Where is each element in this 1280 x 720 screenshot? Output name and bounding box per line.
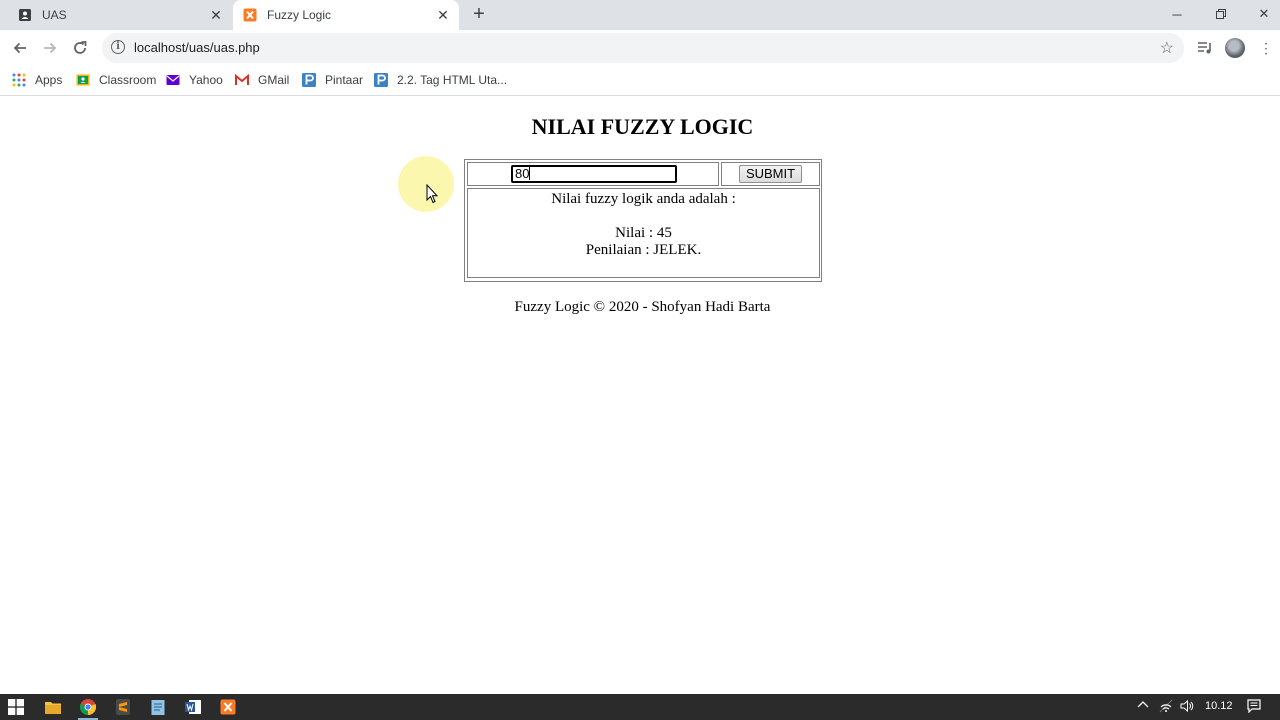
bookmark-label: Apps [35,73,63,87]
close-tab-icon[interactable]: ✕ [435,7,451,23]
pintaar-icon [302,73,316,87]
bookmark-gmail[interactable]: GMail [235,71,289,89]
notepad-icon[interactable] [149,698,167,716]
classroom-icon [76,73,90,87]
url-text[interactable]: localhost/uas/uas.php [134,40,260,55]
bookmark-label: Pintaar [325,73,364,87]
back-arrow-icon[interactable] [10,38,30,58]
volume-icon[interactable] [1180,699,1194,716]
score-input-value: 80 [515,166,530,181]
page-content: NILAI FUZZY LOGIC 80 SUBMIT Nilai fuzzy … [0,96,1280,694]
chrome-icon[interactable] [79,698,97,716]
word-icon[interactable] [184,698,202,716]
reload-icon[interactable] [70,38,90,58]
restore-icon[interactable] [1199,0,1243,28]
bookmarks-bar: Apps Classroom Yahoo GMail Pintaar 2.2. … [0,66,1280,96]
close-window-icon[interactable]: ✕ [1242,0,1280,28]
result-cell: Nilai fuzzy logik anda adalah : Nilai : … [467,188,820,278]
xampp-icon[interactable] [219,698,237,716]
bookmark-label: GMail [258,73,290,87]
clock[interactable]: 10.12 [1205,700,1233,712]
minimize-icon[interactable]: ─ [1155,0,1199,28]
site-info-icon[interactable]: i [111,40,125,54]
address-bar[interactable]: i localhost/uas/uas.php ☆ [102,33,1184,63]
result-nilai: Nilai : 45 [615,225,672,241]
xampp-icon [243,8,257,22]
input-cell: 80 [467,162,719,186]
bookmark-classroom[interactable]: Classroom [76,71,156,89]
avatar[interactable] [1225,38,1245,58]
tab-fuzzy-logic[interactable]: Fuzzy Logic ✕ [233,0,459,30]
bookmark-label: Yahoo [189,73,223,87]
windows-taskbar: 10.12 [0,694,1280,720]
mouse-pointer-icon [426,184,438,204]
bookmark-tag-html[interactable]: 2.2. Tag HTML Uta... [374,71,507,89]
media-control-icon[interactable] [1195,38,1215,58]
gmail-icon [235,73,249,87]
network-icon[interactable] [1159,699,1173,716]
bookmark-yahoo[interactable]: Yahoo [166,71,223,89]
page-footer: Fuzzy Logic © 2020 - Shofyan Hadi Barta [514,299,771,315]
result-intro: Nilai fuzzy logik anda adalah : [551,191,736,207]
bookmark-star-icon[interactable]: ☆ [1160,38,1174,58]
pintaar-icon [374,73,388,87]
close-tab-icon[interactable]: ✕ [208,7,224,23]
browser-toolbar: i localhost/uas/uas.php ☆ ⋮ [0,30,1280,66]
bookmark-label: Classroom [99,73,157,87]
score-input[interactable]: 80 [511,165,677,183]
text-caret [529,167,531,180]
tab-title: Fuzzy Logic [267,8,332,22]
sublime-text-icon[interactable] [114,698,132,716]
forward-arrow-icon[interactable] [40,38,60,58]
apps-grid-icon [12,73,26,87]
tab-uas[interactable]: UAS ✕ [8,0,232,30]
contact-card-icon [18,8,32,22]
windows-start-icon[interactable] [7,698,25,716]
file-explorer-icon[interactable] [44,698,62,716]
bookmark-apps[interactable]: Apps [12,71,62,89]
notification-icon[interactable] [1247,699,1261,716]
tab-title: UAS [42,8,67,22]
new-tab-button[interactable]: + [469,4,489,25]
tray-expand-icon[interactable] [1137,699,1149,714]
more-menu-icon[interactable]: ⋮ [1256,38,1276,58]
button-cell: SUBMIT [721,162,820,186]
tab-strip: UAS ✕ Fuzzy Logic ✕ + ─ ✕ [0,0,1280,30]
bookmark-label: 2.2. Tag HTML Uta... [397,73,508,87]
yahoo-mail-icon [166,73,180,87]
fuzzy-form-table: 80 SUBMIT Nilai fuzzy logik anda adalah … [464,159,822,282]
page-title: NILAI FUZZY LOGIC [531,114,754,139]
result-penilaian: Penilaian : JELEK. [585,242,702,258]
bookmark-pintaar[interactable]: Pintaar [302,71,363,89]
submit-button[interactable]: SUBMIT [739,165,802,183]
